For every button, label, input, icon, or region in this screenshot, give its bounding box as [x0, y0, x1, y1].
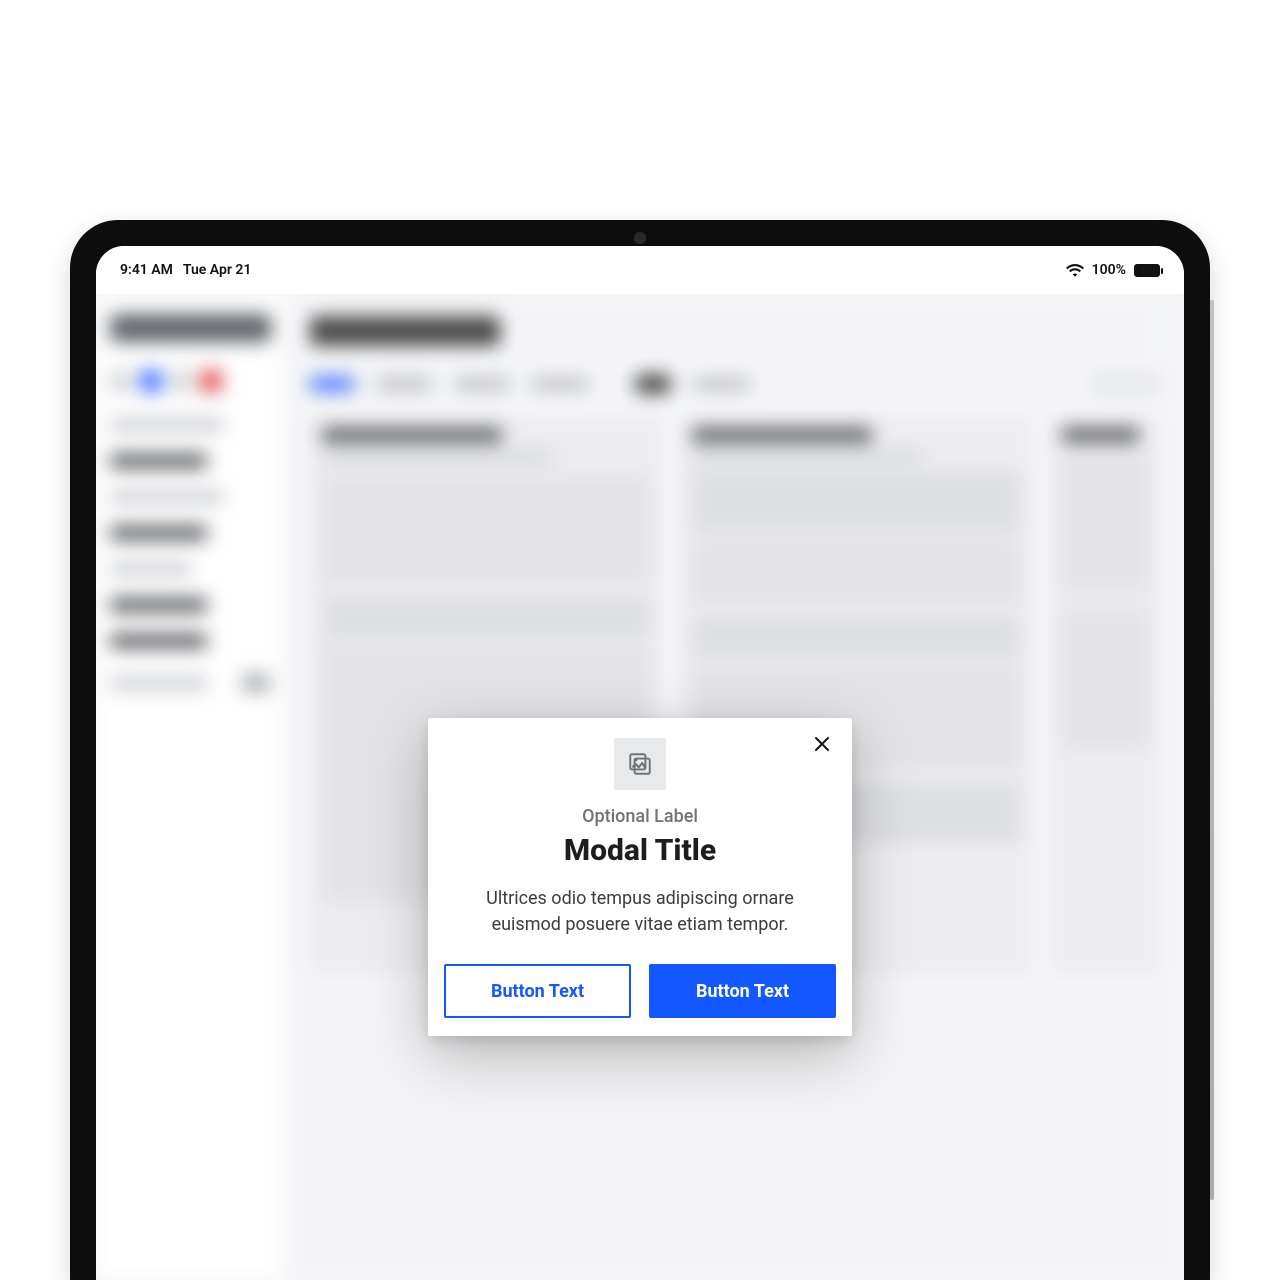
- app-backdrop: Optional Label Modal Title Ultrices odio…: [96, 294, 1184, 1280]
- status-date: Tue Apr 21: [183, 262, 251, 278]
- modal-actions: Button Text Button Text: [444, 964, 836, 1018]
- screen: 9:41 AM Tue Apr 21 100%: [96, 246, 1184, 1280]
- modal-icon: [614, 738, 666, 790]
- tablet-frame: 9:41 AM Tue Apr 21 100%: [70, 220, 1210, 1280]
- image-icon: [627, 751, 653, 777]
- status-time: 9:41 AM: [120, 262, 173, 278]
- close-button[interactable]: [806, 730, 838, 762]
- close-icon: [814, 735, 830, 757]
- modal-body: Ultrices odio tempus adipiscing ornare e…: [450, 886, 830, 938]
- camera-dot: [634, 232, 646, 244]
- secondary-button[interactable]: Button Text: [444, 964, 631, 1018]
- modal-label: Optional Label: [444, 806, 836, 827]
- modal-title: Modal Title: [444, 833, 836, 868]
- status-bar: 9:41 AM Tue Apr 21 100%: [96, 246, 1184, 294]
- battery-percent: 100%: [1092, 262, 1126, 278]
- modal: Optional Label Modal Title Ultrices odio…: [428, 718, 852, 1036]
- primary-button[interactable]: Button Text: [649, 964, 836, 1018]
- wifi-icon: [1066, 263, 1084, 277]
- battery-icon: [1134, 264, 1160, 277]
